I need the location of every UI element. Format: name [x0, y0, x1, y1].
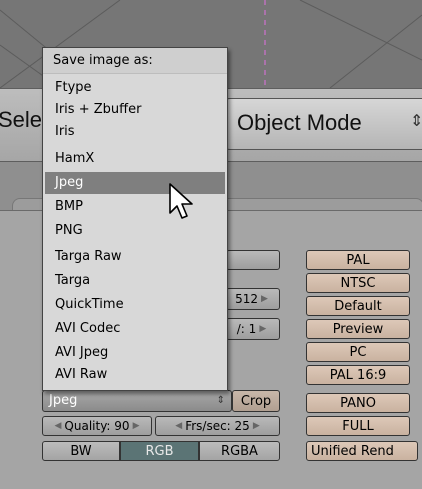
preset-ntsc[interactable]: NTSC [306, 273, 410, 293]
fps-value: Frs/sec: 25 [185, 419, 250, 433]
preset-pc[interactable]: PC [306, 342, 410, 362]
menu-item-iris-zbuffer[interactable]: Iris + Zbuffer [45, 99, 225, 121]
preset-label: PC [349, 344, 367, 360]
menu-item-label: AVI Raw [55, 367, 108, 382]
menu-item-label: Targa [55, 273, 91, 288]
quality-field[interactable]: ◀ Quality: 90 ▶ [42, 416, 152, 436]
menu-item-targa-raw[interactable]: Targa Raw [45, 246, 225, 268]
fps-field[interactable]: ◀ Frs/sec: 25 ▶ [155, 416, 280, 436]
menu-item-label: Ftype [55, 80, 92, 95]
crop-label: Crop [240, 393, 272, 409]
right-arrow-icon: ▶ [132, 421, 140, 431]
bw-label: BW [70, 443, 92, 459]
left-arrow-icon: ◀ [175, 421, 183, 431]
preset-label: PAL 16:9 [329, 367, 387, 383]
menu-item-avi-raw[interactable]: AVI Raw [45, 364, 225, 386]
preset-default[interactable]: Default [306, 296, 410, 316]
preset-preview[interactable]: Preview [306, 319, 410, 339]
menu-item-label: Jpeg [55, 175, 84, 190]
preset-label: Unified Rend [311, 443, 394, 459]
quality-value: Quality: 90 [64, 419, 130, 433]
rgb-toggle[interactable]: RGB [120, 441, 199, 461]
menu-item-label: PNG [55, 223, 83, 238]
right-arrow-icon: ▶ [260, 294, 268, 304]
menu-item-label: AVI Codec [55, 321, 121, 336]
preset-label: FULL [342, 418, 374, 434]
rgba-toggle[interactable]: RGBA [199, 441, 280, 461]
menu-item-iris[interactable]: Iris [45, 121, 225, 143]
menu-item-label: Targa Raw [55, 249, 122, 264]
left-arrow-icon: ◀ [54, 421, 62, 431]
preset-label: NTSC [340, 275, 376, 291]
menu-item-quicktime[interactable]: QuickTime [45, 294, 225, 316]
bw-toggle[interactable]: BW [42, 441, 120, 461]
size-y-field[interactable]: 512 ▶ [226, 288, 280, 310]
size-field-top[interactable] [226, 250, 280, 270]
parts-value: /: 1 [236, 322, 257, 336]
updown-arrows-icon: ⇕ [410, 111, 422, 130]
select-menu[interactable]: Sele [0, 107, 42, 133]
menu-item-label: Iris + Zbuffer [55, 102, 142, 117]
dropdown-title: Save image as: [43, 48, 227, 74]
crop-toggle[interactable]: Crop [232, 390, 280, 412]
save-image-dropdown-menu: Save image as: Ftype Iris + Zbuffer Iris… [42, 47, 228, 391]
preset-pano[interactable]: PANO [306, 393, 410, 413]
updown-arrows-icon: ⇕ [216, 395, 225, 406]
menu-item-png[interactable]: PNG [45, 220, 225, 242]
preset-pal-16-9[interactable]: PAL 16:9 [306, 365, 410, 385]
menu-item-label: HamX [55, 151, 95, 166]
preset-label: Preview [332, 321, 384, 337]
preset-pal[interactable]: PAL [306, 250, 410, 270]
menu-item-label: BMP [55, 199, 83, 214]
menu-item-label: QuickTime [55, 297, 124, 312]
menu-item-jpeg[interactable]: Jpeg [45, 172, 225, 194]
rgba-label: RGBA [221, 443, 258, 459]
object-mode-label: Object Mode [237, 110, 362, 135]
menu-item-avi-jpeg[interactable]: AVI Jpeg [45, 342, 225, 364]
preset-label: PAL [346, 252, 370, 268]
right-arrow-icon: ▶ [252, 421, 260, 431]
menu-item-bmp[interactable]: BMP [45, 196, 225, 218]
menu-item-label: Iris [55, 124, 75, 139]
mouse-pointer-icon [169, 183, 193, 219]
image-format-value: Jpeg [49, 393, 78, 408]
rgb-label: RGB [145, 443, 174, 459]
unified-render-toggle[interactable]: Unified Rend [306, 441, 418, 461]
right-arrow-icon: ▶ [259, 324, 267, 334]
preset-label: Default [334, 298, 382, 314]
menu-item-label: AVI Jpeg [55, 345, 109, 360]
menu-item-targa[interactable]: Targa [45, 270, 225, 292]
preset-label: PANO [340, 395, 376, 411]
parts-field[interactable]: /: 1 ▶ [226, 318, 280, 340]
size-y-value: 512 [235, 292, 258, 306]
menu-item-ftype[interactable]: Ftype [45, 77, 225, 99]
menu-item-hamx[interactable]: HamX [45, 148, 225, 170]
menu-item-avi-codec[interactable]: AVI Codec [45, 318, 225, 340]
image-format-select[interactable]: Jpeg ⇕ [42, 390, 232, 412]
preset-full[interactable]: FULL [306, 416, 410, 436]
